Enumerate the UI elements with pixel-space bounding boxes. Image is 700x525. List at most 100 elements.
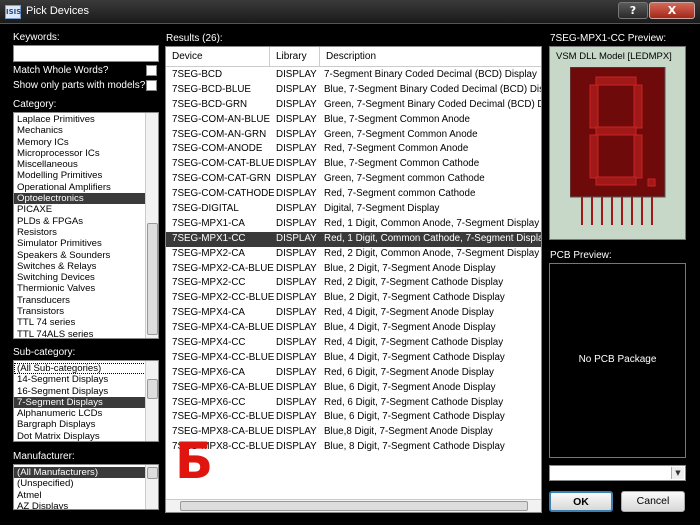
device-cell: 7SEG-BCD [172, 69, 223, 80]
package-select[interactable]: ▼ [549, 465, 686, 481]
table-row[interactable]: 7SEG-COM-AN-GRN DISPLAY Green, 7-Segment C… [166, 128, 541, 143]
results-hscroll-thumb[interactable] [180, 501, 528, 511]
category-item[interactable]: Transducers [14, 295, 158, 306]
category-item[interactable]: TTL 74 series [14, 317, 158, 328]
table-row[interactable]: 7SEG-COM-CAT-BLUE DISPLAY Blue, 7-Segment … [166, 157, 541, 172]
category-item[interactable]: TTL 74ALS series [14, 329, 158, 338]
table-row[interactable]: 7SEG-DIGITAL DISPLAY Digital, 7-Segment Di… [166, 202, 541, 217]
chevron-down-icon[interactable]: ▼ [671, 467, 684, 479]
library-cell: DISPLAY [276, 113, 317, 125]
column-device[interactable]: Device [166, 47, 270, 67]
category-item[interactable]: Miscellaneous [14, 159, 158, 170]
device-cell: 7SEG-MPX1-CC [172, 232, 246, 244]
category-item[interactable]: Speakers & Sounders [14, 250, 158, 261]
device-cell: 7SEG-MPX6-CA [172, 366, 245, 378]
device-cell: 7SEG-MPX4-CC-BLUE [172, 351, 274, 363]
table-row[interactable]: 7SEG-MPX2-CC-BLUE DISPLAY Blue, 2 Digit, 7… [166, 291, 541, 306]
table-row[interactable]: 7SEG-MPX6-CC DISPLAY Red, 6 Digit, 7-Segme… [166, 396, 541, 411]
library-cell: DISPLAY [276, 128, 317, 140]
help-button[interactable]: ? [618, 2, 648, 19]
category-item[interactable]: Switches & Relays [14, 261, 158, 272]
subcategory-item[interactable]: Alphanumeric LCDs [14, 408, 158, 419]
subcategory-item[interactable]: 7-Segment Displays [14, 396, 158, 409]
table-row[interactable]: 7SEG-BCD DISPLAY 7-Segment Binary Coded De… [166, 68, 541, 83]
category-item[interactable]: Switching Devices [14, 272, 158, 283]
category-item[interactable]: Simulator Primitives [14, 238, 158, 249]
device-cell: 7SEG-COM-CAT-BLUE [172, 158, 274, 170]
table-row[interactable]: 7SEG-MPX6-CA-BLUE DISPLAY Blue, 6 Digit, 7… [166, 381, 541, 396]
manufacturer-scrollbar[interactable] [145, 465, 158, 509]
category-item[interactable]: PICAXE [14, 204, 158, 215]
description-cell: Red, 4 Digit, 7-Segment Anode Display [324, 307, 494, 319]
table-row[interactable]: 7SEG-MPX4-CC DISPLAY Red, 4 Digit, 7-Segme… [166, 336, 541, 351]
results-table[interactable]: Device Library Description 7SEG-BCD DISPL… [165, 46, 542, 513]
subcategory-scroll-thumb[interactable] [147, 379, 158, 399]
category-item[interactable]: Memory ICs [14, 137, 158, 148]
manufacturer-list[interactable]: (All Manufacturers) (Unspecified) Atmel AZ … [13, 464, 159, 510]
description-cell: Red, 1 Digit, Common Cathode, 7-Segment … [324, 232, 542, 244]
results-rows: 7SEG-BCD DISPLAY 7-Segment Binary Coded De… [166, 68, 541, 455]
library-cell: DISPLAY [276, 307, 317, 319]
table-row[interactable]: 7SEG-COM-ANODE DISPLAY Red, 7-Segment Comm… [166, 142, 541, 157]
window-title: Pick Devices [26, 5, 89, 17]
show-only-models-checkbox[interactable] [146, 80, 157, 91]
category-item[interactable]: Microprocessor ICs [14, 148, 158, 159]
table-row[interactable]: 7SEG-COM-AN-BLUE DISPLAY Blue, 7-Segment C… [166, 113, 541, 128]
table-row[interactable]: 7SEG-MPX6-CC-BLUE DISPLAY Blue, 6 Digit, 7… [166, 410, 541, 425]
table-row[interactable]: 7SEG-COM-CAT-GRN DISPLAY Green, 7-Segment … [166, 172, 541, 187]
category-list[interactable]: Laplace Primitives Mechanics Memory ICs Mic… [13, 112, 159, 339]
manufacturer-item[interactable]: (All Manufacturers) [14, 467, 158, 479]
results-header: Device Library Description [166, 47, 541, 67]
match-whole-words-checkbox[interactable] [146, 65, 157, 76]
manufacturer-scroll-thumb[interactable] [147, 467, 158, 479]
close-button[interactable]: X [649, 2, 695, 19]
table-row[interactable]: 7SEG-MPX4-CA-BLUE DISPLAY Blue, 4 Digit, 7… [166, 321, 541, 336]
ok-button[interactable]: OK [549, 491, 613, 512]
subcategory-list[interactable]: (All Sub-categories) 14-Segment Displays 1… [13, 360, 159, 442]
column-library[interactable]: Library [270, 47, 320, 67]
category-item[interactable]: PLDs & FPGAs [14, 216, 158, 227]
table-row[interactable]: 7SEG-MPX1-CC DISPLAY Red, 1 Digit, Common … [166, 231, 542, 247]
keywords-input[interactable] [13, 45, 159, 62]
category-scroll-thumb[interactable] [147, 223, 158, 335]
library-cell: DISPLAY [276, 98, 317, 110]
table-row[interactable]: 7SEG-MPX8-CC-BLUE DISPLAY Blue, 8 Digit, 7… [166, 440, 541, 455]
table-row[interactable]: 7SEG-MPX4-CC-BLUE DISPLAY Blue, 4 Digit, 7… [166, 351, 541, 366]
category-scrollbar[interactable] [145, 113, 158, 338]
category-item[interactable]: Laplace Primitives [14, 114, 158, 125]
category-item[interactable]: Optoelectronics [14, 193, 158, 205]
overlay-letter: Б [175, 432, 214, 490]
category-item[interactable]: Operational Amplifiers [14, 182, 158, 193]
category-item[interactable]: Modelling Primitives [14, 170, 158, 181]
category-item[interactable]: Mechanics [14, 125, 158, 136]
table-row[interactable]: 7SEG-MPX6-CA DISPLAY Red, 6 Digit, 7-Segme… [166, 366, 541, 381]
table-row[interactable]: 7SEG-BCD-BLUE DISPLAY Blue, 7-Segment Bina… [166, 83, 541, 98]
results-hscrollbar[interactable] [166, 499, 541, 512]
manufacturer-item[interactable]: (Unspecified) [14, 478, 158, 489]
column-description[interactable]: Description [320, 47, 541, 67]
schematic-preview-label: 7SEG-MPX1-CC Preview: [550, 33, 667, 44]
description-cell: Blue, 7-Segment Common Cathode [324, 158, 480, 170]
subcategory-item[interactable]: Dot Matrix Displays [14, 431, 158, 441]
table-row[interactable]: 7SEG-MPX2-CA-BLUE DISPLAY Blue, 2 Digit, 7… [166, 262, 541, 277]
subcategory-item[interactable]: 16-Segment Displays [14, 386, 158, 397]
category-item[interactable]: Thermionic Valves [14, 283, 158, 294]
category-label: Category: [13, 99, 57, 110]
manufacturer-item[interactable]: AZ Displays [14, 501, 158, 509]
table-row[interactable]: 7SEG-MPX4-CA DISPLAY Red, 4 Digit, 7-Segme… [166, 306, 541, 321]
category-item[interactable]: Resistors [14, 227, 158, 238]
table-row[interactable]: 7SEG-MPX8-CA-BLUE DISPLAY Blue,8 Digit, 7-… [166, 425, 541, 440]
category-item[interactable]: Transistors [14, 306, 158, 317]
subcategory-item[interactable]: (All Sub-categories) [14, 363, 158, 375]
table-row[interactable]: 7SEG-MPX2-CA DISPLAY Red, 2 Digit, Common … [166, 247, 541, 262]
cancel-button[interactable]: Cancel [621, 491, 685, 512]
subcategory-item[interactable]: Bargraph Displays [14, 419, 158, 430]
table-row[interactable]: 7SEG-MPX1-CA DISPLAY Red, 1 Digit, Common … [166, 217, 541, 232]
subcategory-item[interactable]: 14-Segment Displays [14, 374, 158, 385]
manufacturer-item[interactable]: Atmel [14, 490, 158, 501]
subcategory-scrollbar[interactable] [145, 361, 158, 441]
table-row[interactable]: 7SEG-MPX2-CC DISPLAY Red, 2 Digit, 7-Segme… [166, 276, 541, 291]
table-row[interactable]: 7SEG-COM-CATHODE DISPLAY Red, 7-Segment co… [166, 187, 541, 202]
table-row[interactable]: 7SEG-BCD-GRN DISPLAY Green, 7-Segment Bina… [166, 98, 541, 113]
title-bar: ISIS Pick Devices ? X [0, 0, 700, 24]
